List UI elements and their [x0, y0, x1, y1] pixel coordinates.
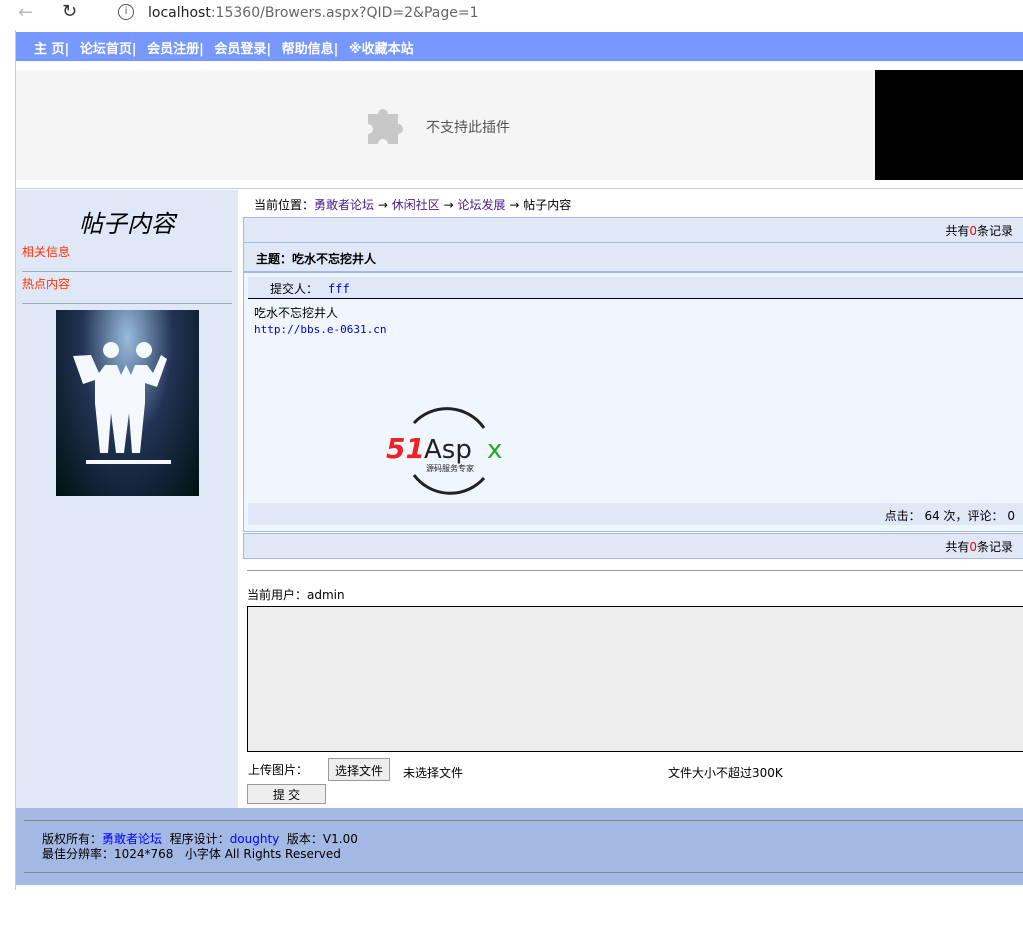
top-nav: 主 页| 论坛首页| 会员注册| 会员登录| 帮助信息| ※收藏本站	[16, 32, 1023, 61]
nav-register[interactable]: 会员注册|	[147, 42, 204, 57]
page: 主 页| 论坛首页| 会员注册| 会员登录| 帮助信息| ※收藏本站 不支持此插…	[15, 30, 1023, 890]
nav-login[interactable]: 会员登录|	[214, 42, 271, 57]
author-label: 提交人：	[270, 282, 319, 296]
footer-designer-link[interactable]: doughty	[230, 832, 280, 846]
submit-button[interactable]: 提 交	[247, 784, 326, 804]
arrow-icon: →	[509, 198, 520, 212]
51aspx-logo: 51 Asp x 源码服务专家	[386, 407, 502, 495]
breadcrumb-community[interactable]: 休闲社区	[392, 198, 440, 212]
footer-line2: 最佳分辨率：1024*768 小字体 All Rights Reserved	[42, 847, 341, 861]
sidebar-title: 帖子内容	[79, 210, 175, 238]
divider	[16, 188, 1023, 189]
sidebar-item-related[interactable]: 相关信息	[22, 240, 232, 272]
nav-home[interactable]: 主 页|	[34, 42, 69, 57]
rec-count: 0	[969, 540, 977, 554]
svg-text:源码服务专家: 源码服务专家	[426, 463, 474, 473]
version: 版本：V1.00	[286, 832, 358, 846]
size-limit-text: 文件大小不超过300K	[668, 766, 783, 780]
address-bar[interactable]: i localhost:15360/Browers.aspx?QID=2&Pag…	[100, 0, 1023, 26]
nav-bookmark[interactable]: ※收藏本站	[349, 42, 414, 57]
footer-site-link[interactable]: 勇敢者论坛	[102, 832, 162, 846]
svg-text:x: x	[487, 435, 502, 465]
post-stats: 点击： 64 次，评论： 0	[248, 503, 1023, 525]
rec-suffix: 条记录	[976, 224, 1013, 238]
black-embed	[875, 70, 1023, 180]
footer-text: 版权所有：勇敢者论坛 程序设计：doughty 版本：V1.00 最佳分辨率：1…	[42, 832, 358, 862]
main-content: 当前位置：勇敢者论坛 → 休闲社区 → 论坛发展 → 帖子内容 共有0条记录 主…	[238, 190, 1023, 808]
upload-label: 上传图片：	[248, 763, 309, 777]
sidebar-image	[56, 310, 199, 496]
no-file-text: 未选择文件	[403, 766, 464, 780]
choose-file-button[interactable]: 选择文件	[328, 758, 391, 781]
puzzle-icon	[368, 109, 403, 144]
back-arrow-icon[interactable]: ←	[18, 2, 33, 23]
footer: 版权所有：勇敢者论坛 程序设计：doughty 版本：V1.00 最佳分辨率：1…	[16, 808, 1023, 885]
designer-label: 程序设计：	[169, 832, 230, 846]
post-text: 吃水不忘挖井人	[254, 306, 339, 320]
post-body: 吃水不忘挖井人 http://bbs.e-0631.cn	[244, 299, 1023, 338]
rec-count: 0	[969, 224, 977, 238]
breadcrumb: 当前位置：勇敢者论坛 → 休闲社区 → 论坛发展 → 帖子内容	[254, 196, 571, 213]
reload-icon[interactable]: ↻	[62, 1, 77, 22]
copyright-label: 版权所有：	[42, 832, 103, 846]
current-user: 当前用户：admin	[247, 588, 345, 602]
post-link[interactable]: http://bbs.e-0631.cn	[254, 323, 386, 336]
browser-toolbar: ← ↻ i localhost:15360/Browers.aspx?QID=2…	[0, 0, 1023, 28]
nav-help[interactable]: 帮助信息|	[282, 42, 339, 57]
breadcrumb-label: 当前位置：	[254, 198, 315, 212]
record-count-top: 共有0条记录	[243, 217, 1023, 243]
info-icon[interactable]: i	[118, 4, 134, 20]
svg-text:51: 51	[386, 432, 425, 465]
post-subject: 主题：吃水不忘挖井人	[244, 243, 1023, 273]
arrow-icon: →	[377, 198, 388, 212]
record-count-bottom: 共有0条记录	[243, 533, 1023, 559]
rec-prefix: 共有	[945, 224, 970, 238]
breadcrumb-forum[interactable]: 勇敢者论坛	[314, 198, 374, 212]
divider	[247, 570, 1023, 571]
breadcrumb-current: 帖子内容	[523, 198, 572, 212]
post: 主题：吃水不忘挖井人 提交人： fff 吃水不忘挖井人 http://bbs.e-…	[243, 242, 1023, 532]
reply-textarea[interactable]	[247, 606, 1023, 752]
sidebar-item-hot[interactable]: 热点内容	[22, 272, 232, 304]
divider	[24, 872, 1023, 873]
url-path: :15360/Browers.aspx?QID=2&Page=1	[210, 5, 479, 21]
plugin-placeholder: 不支持此插件	[16, 70, 1023, 180]
nav-forum-home[interactable]: 论坛首页|	[80, 42, 137, 57]
arrow-icon: →	[443, 198, 454, 212]
svg-text:Asp: Asp	[424, 435, 472, 465]
post-author-row: 提交人： fff	[248, 277, 1023, 299]
url-text: localhost:15360/Browers.aspx?QID=2&Page=…	[148, 5, 478, 21]
rec-prefix: 共有	[945, 540, 970, 554]
sidebar: 帖子内容 相关信息 热点内容	[16, 190, 238, 808]
figures-silhouette-icon	[73, 342, 171, 464]
url-host: localhost	[148, 5, 211, 21]
author-name[interactable]: fff	[328, 282, 350, 296]
rec-suffix: 条记录	[976, 540, 1013, 554]
divider	[24, 820, 1023, 821]
plugin-message: 不支持此插件	[426, 120, 510, 136]
breadcrumb-section[interactable]: 论坛发展	[457, 198, 505, 212]
